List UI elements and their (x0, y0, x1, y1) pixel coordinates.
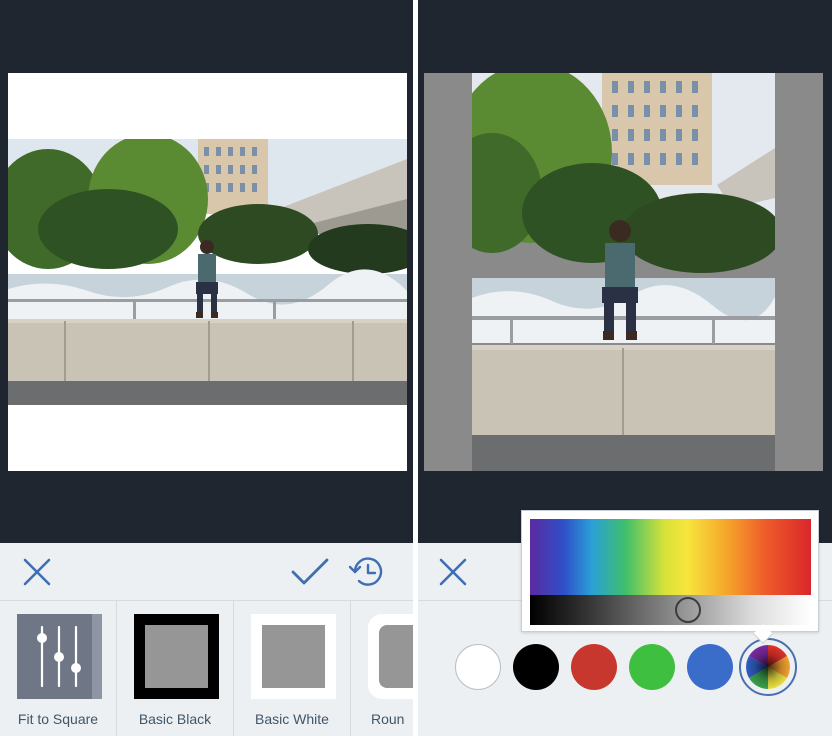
swatch-blue[interactable] (687, 644, 733, 690)
frame-label: Basic Black (138, 711, 212, 727)
frame-editor-panel: Fit to Square Basic Black Basic White Ro… (0, 0, 413, 736)
frame-option-basic-black[interactable]: Basic Black (117, 601, 234, 736)
square-canvas-gray (424, 73, 823, 471)
frame-option-fit-to-square[interactable]: Fit to Square (0, 601, 117, 736)
confirm-button[interactable] (290, 555, 330, 589)
basic-white-thumbnail (251, 614, 336, 699)
fit-to-square-thumbnail (17, 614, 102, 699)
close-icon (439, 558, 467, 586)
shade-slider-knob[interactable] (675, 597, 701, 623)
swatch-black[interactable] (513, 644, 559, 690)
color-picker-popover (521, 510, 819, 632)
checkmark-icon (291, 558, 329, 585)
frame-label: Basic White (255, 711, 329, 727)
swatch-custom-color-wheel[interactable] (739, 638, 797, 696)
history-clock-icon (348, 557, 383, 586)
swatch-white[interactable] (455, 644, 501, 690)
cancel-button[interactable] (436, 555, 470, 589)
swatch-green[interactable] (629, 644, 675, 690)
color-wheel-icon (746, 645, 790, 689)
history-button[interactable] (347, 555, 385, 589)
screenshot: Fit to Square Basic Black Basic White Ro… (0, 0, 832, 736)
shade-slider[interactable] (530, 595, 811, 625)
basic-black-thumbnail (134, 614, 219, 699)
frame-option-rounded[interactable]: Roun (351, 601, 413, 736)
photo-landscape[interactable] (8, 139, 407, 405)
photo-portrait[interactable] (472, 73, 775, 471)
frame-option-basic-white[interactable]: Basic White (234, 601, 351, 736)
rounded-thumbnail (368, 614, 413, 699)
frame-label: Fit to Square (17, 711, 99, 727)
background-color-panel (418, 0, 832, 736)
frames-strip: Fit to Square Basic Black Basic White Ro… (0, 601, 413, 736)
square-canvas (8, 73, 407, 471)
frame-label: Roun (371, 711, 405, 727)
editor-toolbar (0, 543, 413, 601)
photo-image (8, 139, 407, 405)
sliders-icon (37, 625, 81, 688)
close-icon (23, 558, 51, 586)
photo-image (472, 73, 775, 471)
swatch-red[interactable] (571, 644, 617, 690)
hue-spectrum[interactable] (530, 519, 811, 595)
cancel-button[interactable] (20, 555, 54, 589)
